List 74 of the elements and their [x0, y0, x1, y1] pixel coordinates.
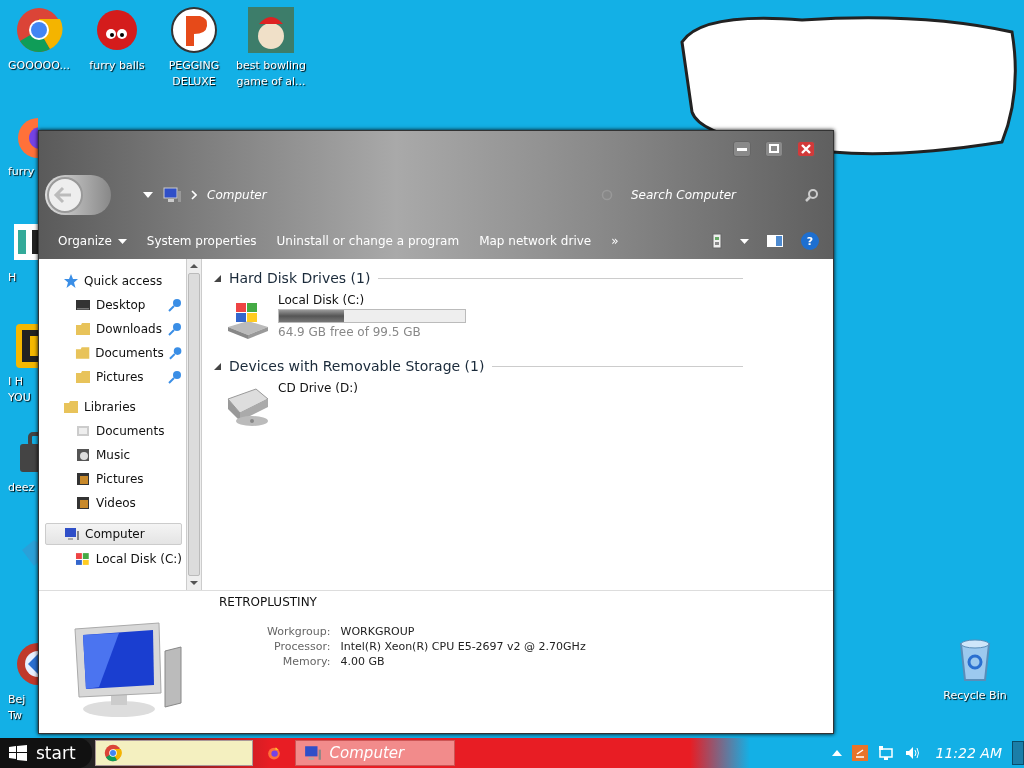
drive-name[interactable]: Local Disk (C:): [278, 293, 466, 307]
nav-item[interactable]: Desktop: [45, 295, 186, 315]
group-heading[interactable]: Hard Disk Drives (1): [229, 270, 371, 286]
scroll-thumb[interactable]: [188, 273, 200, 576]
maximize-button[interactable]: [765, 141, 783, 157]
drive-name[interactable]: CD Drive (D:): [278, 381, 358, 395]
chevron-icon: [191, 190, 197, 200]
nav-item[interactable]: Videos: [45, 493, 186, 513]
more-button[interactable]: »: [604, 230, 626, 252]
computer-icon: [303, 744, 322, 762]
breadcrumb-item[interactable]: Computer: [207, 188, 267, 202]
caret-icon: [117, 238, 127, 244]
minimize-icon: [737, 147, 747, 151]
cd-drive-icon: [226, 387, 270, 427]
search-icon: [805, 188, 819, 202]
view-icon: [712, 233, 722, 249]
folder-icon: [75, 345, 91, 361]
folder-icon: [75, 369, 91, 385]
music-icon: [75, 447, 91, 463]
star-icon: [63, 273, 79, 289]
computer-icon: [64, 526, 80, 542]
nav-item[interactable]: Computer: [45, 523, 182, 545]
help-button[interactable]: ?: [801, 232, 819, 250]
bowling-game-icon: [247, 6, 295, 54]
toolbar-button[interactable]: Map network drive: [472, 230, 599, 252]
scroll-up-icon: [189, 263, 199, 269]
caret-icon: [740, 238, 749, 244]
taskbar-button[interactable]: [94, 740, 253, 766]
caret-icon: [143, 192, 153, 198]
monitor-icon: [75, 297, 91, 313]
detail-value: WORKGROUP: [340, 625, 416, 638]
organize-menu[interactable]: Organize: [51, 230, 134, 252]
nav-item[interactable]: Documents: [45, 421, 186, 441]
app-icon: [14, 322, 38, 370]
nav-item[interactable]: Local Disk (C:): [45, 549, 186, 569]
volume-icon: [903, 745, 920, 761]
scroll-down-icon: [189, 580, 199, 586]
windows-drive-icon: [75, 551, 91, 567]
nav-item[interactable]: Quick access: [45, 271, 186, 291]
detail-label: Processor:: [273, 640, 331, 653]
network-icon: [877, 745, 894, 761]
detail-value: Intel(R) Xeon(R) CPU E5-2697 v2 @ 2.70GHz: [340, 640, 586, 653]
close-button[interactable]: [797, 141, 815, 157]
p-letter-icon: [170, 6, 218, 54]
document-icon: [75, 423, 91, 439]
toolbar-button[interactable]: System properties: [139, 230, 264, 252]
folder-icon: [63, 399, 79, 415]
free-space-text: 64.9 GB free of 99.5 GB: [278, 325, 422, 339]
nav-item[interactable]: Music: [45, 445, 186, 465]
windows-logo-icon: [8, 744, 28, 762]
show-hidden-icons-icon: [831, 750, 842, 756]
detail-label: Memory:: [281, 655, 331, 668]
show-desktop-button[interactable]: [1012, 741, 1024, 765]
minimize-button[interactable]: [733, 141, 751, 157]
browser-icon: [15, 6, 63, 54]
nav-item[interactable]: Pictures: [45, 469, 186, 489]
detail-value: 4.00 GB: [340, 655, 386, 668]
nav-item[interactable]: Documents: [45, 343, 186, 363]
detail-label: Workgroup:: [267, 625, 331, 638]
search-field[interactable]: Search Computer: [629, 187, 805, 203]
nav-item[interactable]: Libraries: [45, 397, 186, 417]
back-button[interactable]: [45, 175, 111, 215]
nav-item[interactable]: Downloads: [45, 319, 186, 339]
scrollbar[interactable]: [186, 259, 201, 590]
app-tray-icon: [851, 745, 868, 761]
computer-icon: [163, 187, 181, 203]
nav-item[interactable]: Pictures: [45, 367, 186, 387]
browser-icon: [103, 744, 122, 762]
film-icon: [75, 471, 91, 487]
film-icon: [75, 495, 91, 511]
preview-pane-icon: [767, 235, 783, 247]
group-heading[interactable]: Devices with Removable Storage (1): [229, 358, 485, 374]
computer-name: RETROPLUSTINY: [219, 595, 318, 609]
folder-icon: [75, 321, 91, 337]
